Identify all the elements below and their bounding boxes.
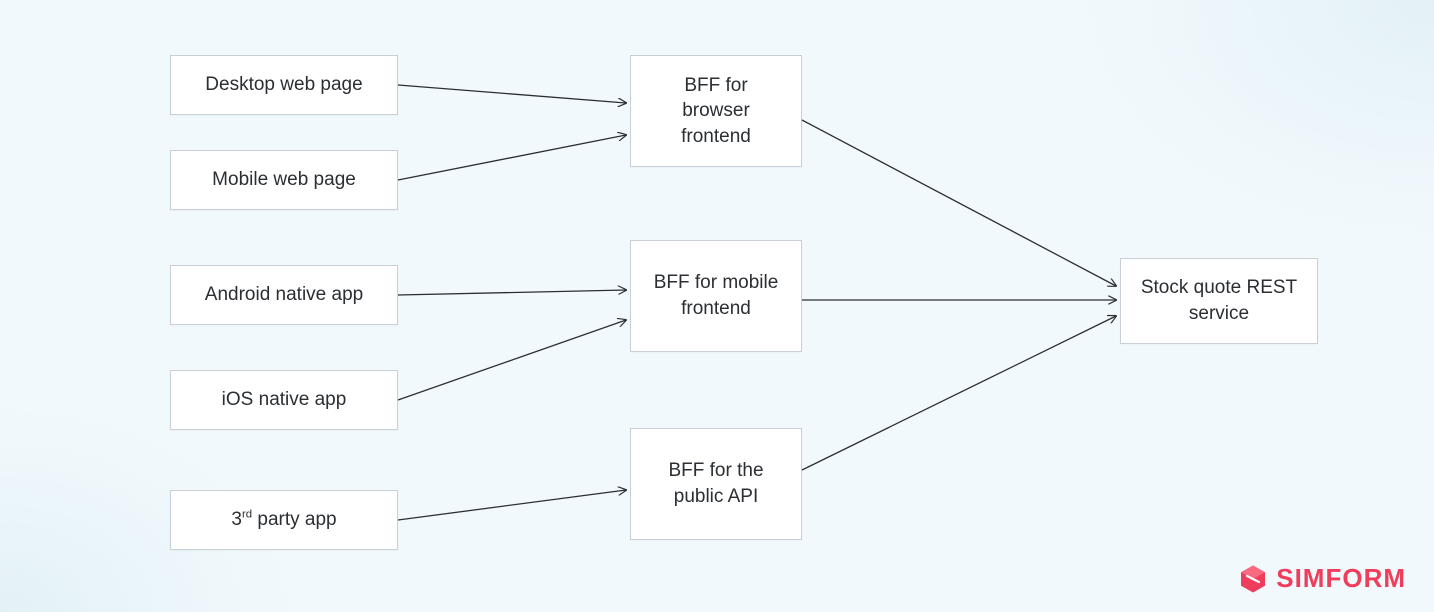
client-label: iOS native app [189, 387, 379, 413]
client-label: Mobile web page [189, 167, 379, 193]
brand-name: SIMFORM [1276, 563, 1406, 594]
edge-desktop-to-bff-browser [398, 85, 626, 103]
edge-third-to-bff-public [398, 490, 626, 520]
bff-label: BFF for browser frontend [649, 73, 783, 150]
bff-label: BFF for the public API [649, 458, 783, 509]
client-third-party-app: 3rd party app [170, 490, 398, 550]
edge-android-to-bff-mobile [398, 290, 626, 295]
client-label: Desktop web page [189, 72, 379, 98]
client-label: 3rd party app [189, 507, 379, 533]
client-mobile-web-page: Mobile web page [170, 150, 398, 210]
edge-ios-to-bff-mobile [398, 320, 626, 400]
bff-mobile-frontend: BFF for mobile frontend [630, 240, 802, 352]
client-label: Android native app [189, 282, 379, 308]
service-label: Stock quote REST service [1139, 275, 1299, 326]
bff-public-api: BFF for the public API [630, 428, 802, 540]
bff-browser-frontend: BFF for browser frontend [630, 55, 802, 167]
bff-label: BFF for mobile frontend [649, 270, 783, 321]
brand-logo: SIMFORM [1238, 563, 1406, 594]
simform-icon [1238, 564, 1268, 594]
edge-mobweb-to-bff-browser [398, 135, 626, 180]
edge-bff-public-to-stock [802, 316, 1116, 470]
client-desktop-web-page: Desktop web page [170, 55, 398, 115]
edge-bff-browser-to-stock [802, 120, 1116, 286]
service-stock-quote-rest: Stock quote REST service [1120, 258, 1318, 344]
client-ios-native-app: iOS native app [170, 370, 398, 430]
client-android-native-app: Android native app [170, 265, 398, 325]
